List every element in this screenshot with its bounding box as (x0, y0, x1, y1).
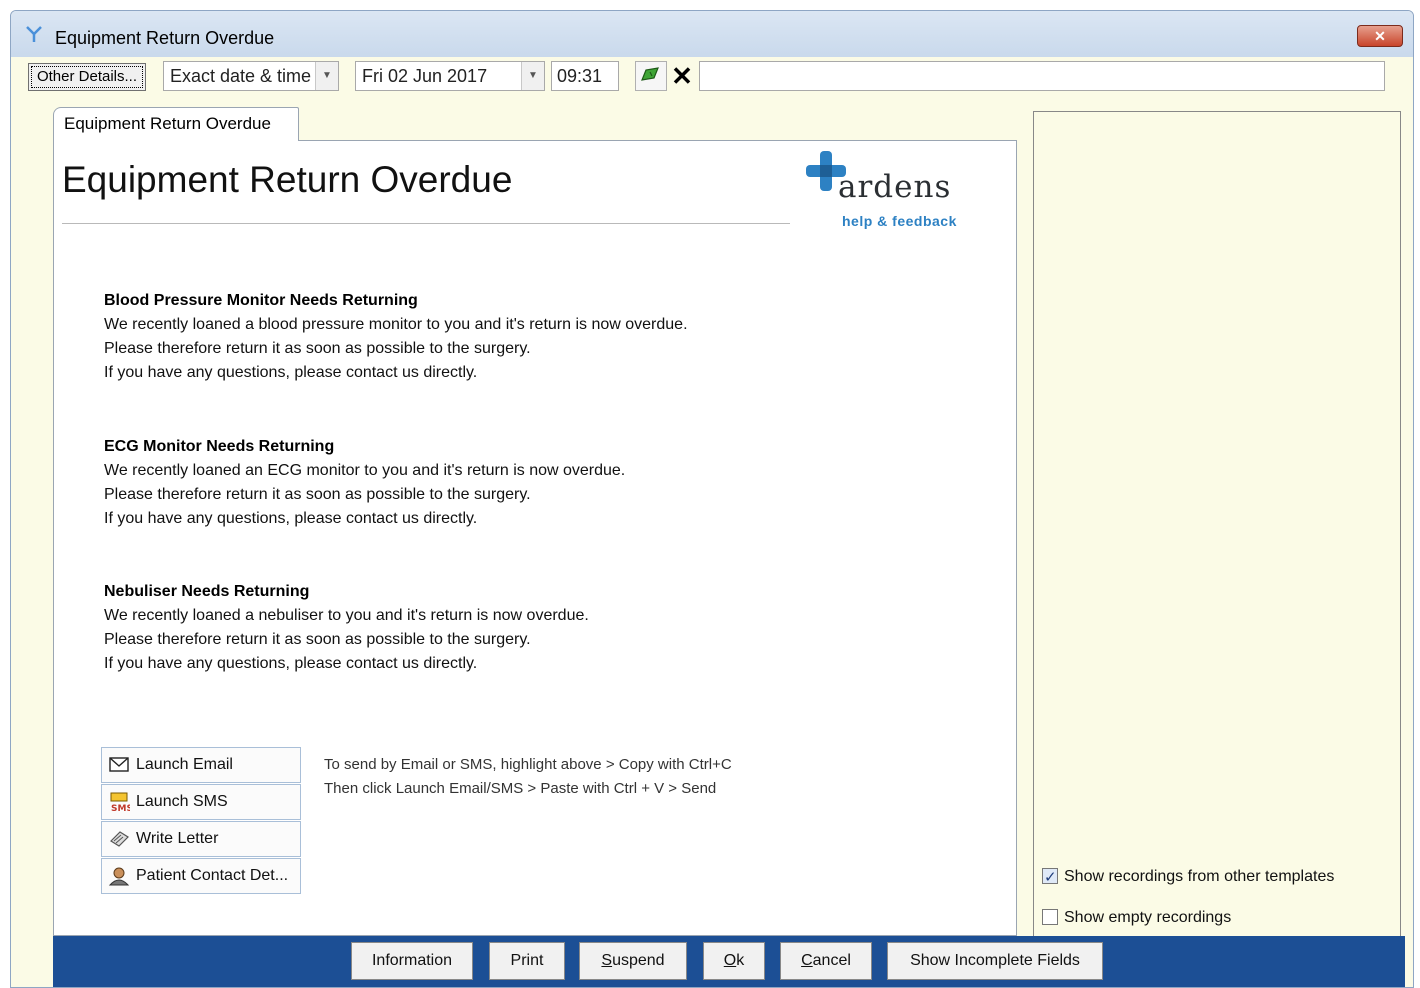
dialog-window: Equipment Return Overdue ✕ Other Details… (10, 10, 1414, 988)
show-other-templates-checkbox[interactable] (1042, 866, 1058, 888)
date-mode-value: Exact date & time (170, 66, 312, 86)
mnemonic-letter: O (723, 952, 737, 969)
mnemonic-letter: S (601, 952, 613, 969)
section-line: We recently loaned an ECG monitor to you… (104, 462, 626, 479)
date-value: Fri 02 Jun 2017 (362, 66, 488, 86)
page-title: Equipment Return Overdue (62, 159, 513, 200)
hint-line: To send by Email or SMS, highlight above… (324, 756, 732, 773)
tab-equipment-return-overdue[interactable]: Equipment Return Overdue (53, 107, 299, 141)
suspend-button[interactable]: Suspend (579, 942, 687, 980)
svg-text:SMS: SMS (111, 804, 130, 812)
show-empty-recordings-checkbox[interactable] (1042, 908, 1058, 925)
show-other-templates-option[interactable]: Show recordings from other templates (1042, 866, 1334, 888)
button-label-rest: uspend (612, 952, 665, 969)
date-mode-select[interactable]: Exact date & time ▼ (163, 61, 339, 91)
green-tick-icon (641, 67, 659, 81)
close-button[interactable]: ✕ (1357, 25, 1403, 47)
envelope-icon (109, 757, 129, 772)
letter-icon (110, 831, 129, 847)
confirm-button[interactable] (635, 61, 667, 91)
free-text-input[interactable] (699, 61, 1385, 91)
ok-button[interactable]: Ok (703, 942, 765, 980)
ardens-logo[interactable]: ardens help & feedback (806, 151, 966, 233)
recordings-panel: Show recordings from other templates Sho… (1033, 111, 1401, 937)
clear-date-button[interactable]: ✕ (669, 63, 695, 89)
section-line: Please therefore return it as soon as po… (104, 340, 531, 357)
window-title: Equipment Return Overdue (55, 28, 275, 48)
template-panel: Equipment Return Overdue ardens help & f… (53, 140, 1017, 936)
patient-contact-details-button[interactable]: Patient Contact Det... (101, 858, 301, 894)
checkbox-label: Show recordings from other templates (1064, 868, 1335, 885)
show-incomplete-fields-button[interactable]: Show Incomplete Fields (887, 942, 1103, 980)
chevron-down-icon[interactable]: ▼ (521, 62, 544, 90)
section-line: Please therefore return it as soon as po… (104, 486, 531, 503)
help-feedback-link[interactable]: help & feedback (842, 213, 957, 229)
title-bar: Equipment Return Overdue ✕ (11, 11, 1413, 57)
print-button[interactable]: Print (489, 942, 565, 980)
section-line: We recently loaned a nebuliser to you an… (104, 607, 589, 624)
button-label-rest: k (736, 952, 745, 969)
section-line: If you have any questions, please contac… (104, 364, 478, 381)
section-blood-pressure: Blood Pressure Monitor Needs Returning W… (104, 289, 688, 385)
patient-icon (108, 867, 130, 886)
action-label: Launch Email (136, 756, 233, 773)
section-heading: Nebuliser Needs Returning (104, 583, 310, 600)
checkbox-label: Show empty recordings (1064, 909, 1232, 926)
action-label: Launch SMS (136, 793, 228, 810)
chevron-down-icon[interactable]: ▼ (315, 62, 338, 90)
write-letter-button[interactable]: Write Letter (101, 821, 301, 857)
section-heading: Blood Pressure Monitor Needs Returning (104, 292, 418, 309)
launch-sms-button[interactable]: SMS Launch SMS (101, 784, 301, 820)
section-ecg: ECG Monitor Needs Returning We recently … (104, 435, 625, 531)
action-label: Write Letter (136, 830, 219, 847)
send-instructions: To send by Email or SMS, highlight above… (324, 753, 732, 801)
button-label-rest: ancel (812, 952, 851, 969)
action-buttons: Launch Email SMS Launch SMS Write Letter (101, 747, 301, 895)
launch-email-button[interactable]: Launch Email (101, 747, 301, 783)
bottom-button-bar: Information Print Suspend Ok Cancel Show… (53, 936, 1405, 987)
section-line: Please therefore return it as soon as po… (104, 631, 531, 648)
mnemonic-letter: C (801, 952, 813, 969)
section-line: If you have any questions, please contac… (104, 655, 478, 672)
cancel-button[interactable]: Cancel (780, 942, 872, 980)
section-nebuliser: Nebuliser Needs Returning We recently lo… (104, 580, 589, 676)
other-details-button[interactable]: Other Details... (28, 63, 146, 91)
section-line: We recently loaned a blood pressure moni… (104, 316, 688, 333)
section-heading: ECG Monitor Needs Returning (104, 438, 335, 455)
title-divider (62, 223, 790, 224)
logo-wordmark: ardens (838, 169, 952, 205)
app-icon (26, 26, 42, 42)
sms-icon: SMS (110, 792, 130, 812)
action-label: Patient Contact Det... (136, 867, 289, 884)
hint-line: Then click Launch Email/SMS > Paste with… (324, 780, 717, 797)
information-button[interactable]: Information (351, 942, 473, 980)
time-input[interactable]: 09:31 (551, 61, 619, 91)
date-picker[interactable]: Fri 02 Jun 2017 ▼ (355, 61, 545, 91)
show-empty-recordings-option[interactable]: Show empty recordings (1042, 907, 1231, 929)
section-line: If you have any questions, please contac… (104, 510, 478, 527)
